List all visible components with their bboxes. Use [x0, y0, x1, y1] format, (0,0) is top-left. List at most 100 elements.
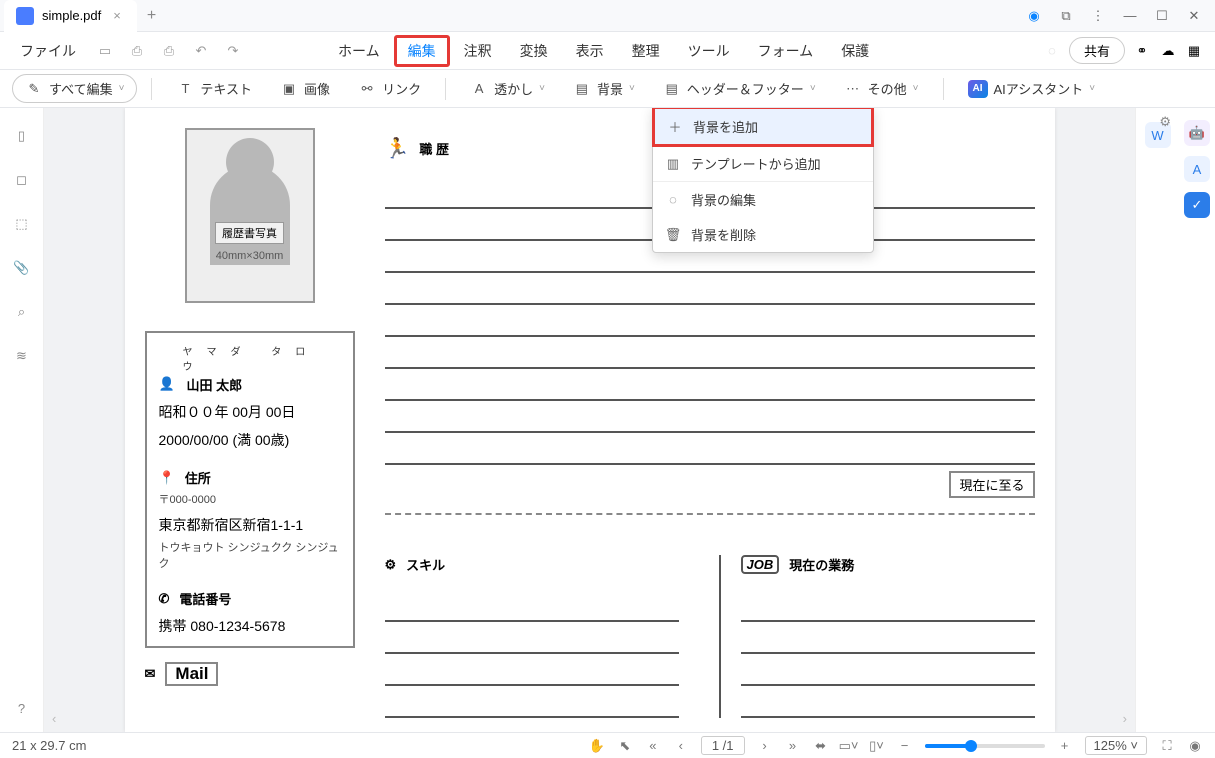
cloud-icon[interactable]: ◉ [1023, 5, 1045, 27]
background-icon: ▤ [573, 80, 591, 98]
header-footer-icon: ▤ [663, 80, 681, 98]
link-button[interactable]: ⚯リンク [348, 75, 431, 102]
chat-ai-icon[interactable]: 🤖 [1184, 120, 1210, 146]
photo-label: 履歴書写真 [215, 222, 284, 244]
tab-title: simple.pdf [42, 8, 101, 23]
text-button[interactable]: Tテキスト [166, 75, 262, 102]
postal: 〒000-0000 [159, 491, 341, 507]
tab-view[interactable]: 表示 [562, 35, 618, 67]
settings-icon[interactable]: ▦ [1185, 42, 1203, 60]
select-tool-icon[interactable]: ⬉ [617, 738, 633, 754]
phone-icon: ✆ [159, 591, 170, 607]
search-icon[interactable]: ⌕ [12, 302, 32, 322]
plus-icon: ＋ [667, 119, 683, 135]
next-page-arrow[interactable]: › [1123, 711, 1127, 726]
mail-icon: ✉ [145, 666, 156, 682]
more-icon[interactable]: ⋮ [1087, 5, 1109, 27]
trash-icon: 🗑 [665, 227, 681, 243]
lightbulb-icon[interactable]: ◌ [1043, 42, 1061, 60]
help-icon[interactable]: ? [12, 698, 32, 718]
next-page-icon[interactable]: › [757, 738, 773, 754]
share-icon[interactable]: ⚭ [1133, 42, 1151, 60]
fit-page-icon[interactable]: ▭˅ [841, 738, 857, 754]
hand-tool-icon[interactable]: ✋ [589, 738, 605, 754]
header-footer-button[interactable]: ▤ヘッダー＆フッター˅ [653, 75, 826, 102]
print-icon[interactable]: ⎙ [160, 42, 178, 60]
zoom-out-icon[interactable]: − [897, 738, 913, 754]
undo-icon[interactable]: ↶ [192, 42, 210, 60]
add-background-item[interactable]: ＋背景を追加 [652, 108, 874, 147]
attachments-icon[interactable]: 📎 [12, 258, 32, 278]
share-button[interactable]: 共有 [1069, 37, 1125, 64]
file-menu[interactable]: ファイル [12, 41, 84, 61]
era-date: 昭和００年 00月 00日 [159, 402, 341, 422]
mail-label: Mail [165, 662, 218, 686]
zoom-level[interactable]: 125% ˅ [1085, 736, 1147, 755]
minimize-icon[interactable]: — [1119, 5, 1141, 27]
save-icon[interactable]: ⎙ [128, 42, 146, 60]
thumbnails-icon[interactable]: ▯ [12, 126, 32, 146]
text-icon: T [176, 80, 194, 98]
open-icon[interactable]: ▭ [96, 42, 114, 60]
other-button[interactable]: ⋯その他˅ [834, 75, 929, 102]
last-page-icon[interactable]: » [785, 738, 801, 754]
watermark-icon: A [470, 80, 488, 98]
prev-page-arrow[interactable]: ‹ [52, 711, 56, 726]
layers-icon[interactable]: ≋ [12, 346, 32, 366]
zoom-slider[interactable] [925, 744, 1045, 748]
page-indicator[interactable]: 1 /1 [701, 736, 745, 755]
present-label: 現在に至る [949, 471, 1034, 498]
ai-icon: AI [968, 80, 988, 98]
cloud-upload-icon[interactable]: ☁ [1159, 42, 1177, 60]
background-button[interactable]: ▤背景˅ [563, 75, 645, 102]
current-work-head: 現在の業務 [789, 555, 854, 574]
background-dropdown: ＋背景を追加 ▥テンプレートから追加 ◌背景の編集 🗑背景を削除 [652, 108, 874, 253]
translate-icon[interactable]: A [1184, 156, 1210, 182]
edit-all-button[interactable]: ✎ すべて編集 ˅ [12, 74, 137, 103]
reading-mode-icon[interactable]: ◉ [1187, 738, 1203, 754]
photo-placeholder: 履歴書写真 40mm×30mm [185, 128, 315, 303]
gear-icon: ⚙ [385, 557, 397, 573]
document-tab[interactable]: simple.pdf × [4, 0, 137, 32]
app-icon [16, 7, 34, 25]
check-icon[interactable]: ✓ [1184, 192, 1210, 218]
tab-convert[interactable]: 変換 [506, 35, 562, 67]
image-button[interactable]: ▣画像 [270, 75, 340, 102]
pencil-icon: ✎ [25, 80, 43, 98]
fit-width-icon[interactable]: ⬌ [813, 738, 829, 754]
job-badge: JOB [741, 555, 780, 574]
delete-background-item[interactable]: 🗑背景を削除 [653, 217, 873, 252]
bookmarks-icon[interactable]: ◻ [12, 170, 32, 190]
phone: 携帯 080-1234-5678 [159, 616, 341, 636]
notification-icon[interactable]: ⧉ [1055, 5, 1077, 27]
zoom-in-icon[interactable]: + [1057, 738, 1073, 754]
tab-home[interactable]: ホーム [324, 35, 394, 67]
tab-comment[interactable]: 注釈 [450, 35, 506, 67]
edit-background-item[interactable]: ◌背景の編集 [653, 182, 873, 217]
address: 東京都新宿区新宿1-1-1 [159, 515, 341, 535]
view-mode-icon[interactable]: ▯˅ [869, 738, 885, 754]
tab-organize[interactable]: 整理 [618, 35, 674, 67]
properties-icon[interactable]: ⚙ [1159, 114, 1171, 130]
tab-protect[interactable]: 保護 [827, 35, 883, 67]
from-template-item[interactable]: ▥テンプレートから追加 [653, 146, 873, 181]
close-tab-icon[interactable]: × [109, 8, 125, 23]
fullscreen-icon[interactable]: ⛶ [1159, 738, 1175, 754]
prev-page-icon[interactable]: ‹ [673, 738, 689, 754]
running-icon: 🏃 [385, 136, 410, 161]
new-tab-button[interactable]: + [137, 7, 166, 25]
tab-edit[interactable]: 編集 [394, 35, 450, 67]
comments-icon[interactable]: ⬚ [12, 214, 32, 234]
person-icon: 👤 [159, 376, 177, 394]
western-date: 2000/00/00 (満 00歳) [159, 430, 341, 450]
photo-size: 40mm×30mm [216, 250, 284, 262]
first-page-icon[interactable]: « [645, 738, 661, 754]
close-window-icon[interactable]: ✕ [1183, 5, 1205, 27]
redo-icon[interactable]: ↷ [224, 42, 242, 60]
ai-assistant-button[interactable]: AIAIアシスタント˅ [958, 75, 1106, 102]
tab-tools[interactable]: ツール [674, 35, 744, 67]
link-icon: ⚯ [358, 80, 376, 98]
watermark-button[interactable]: A透かし˅ [460, 75, 555, 102]
maximize-icon[interactable]: ☐ [1151, 5, 1173, 27]
tab-form[interactable]: フォーム [744, 35, 828, 67]
